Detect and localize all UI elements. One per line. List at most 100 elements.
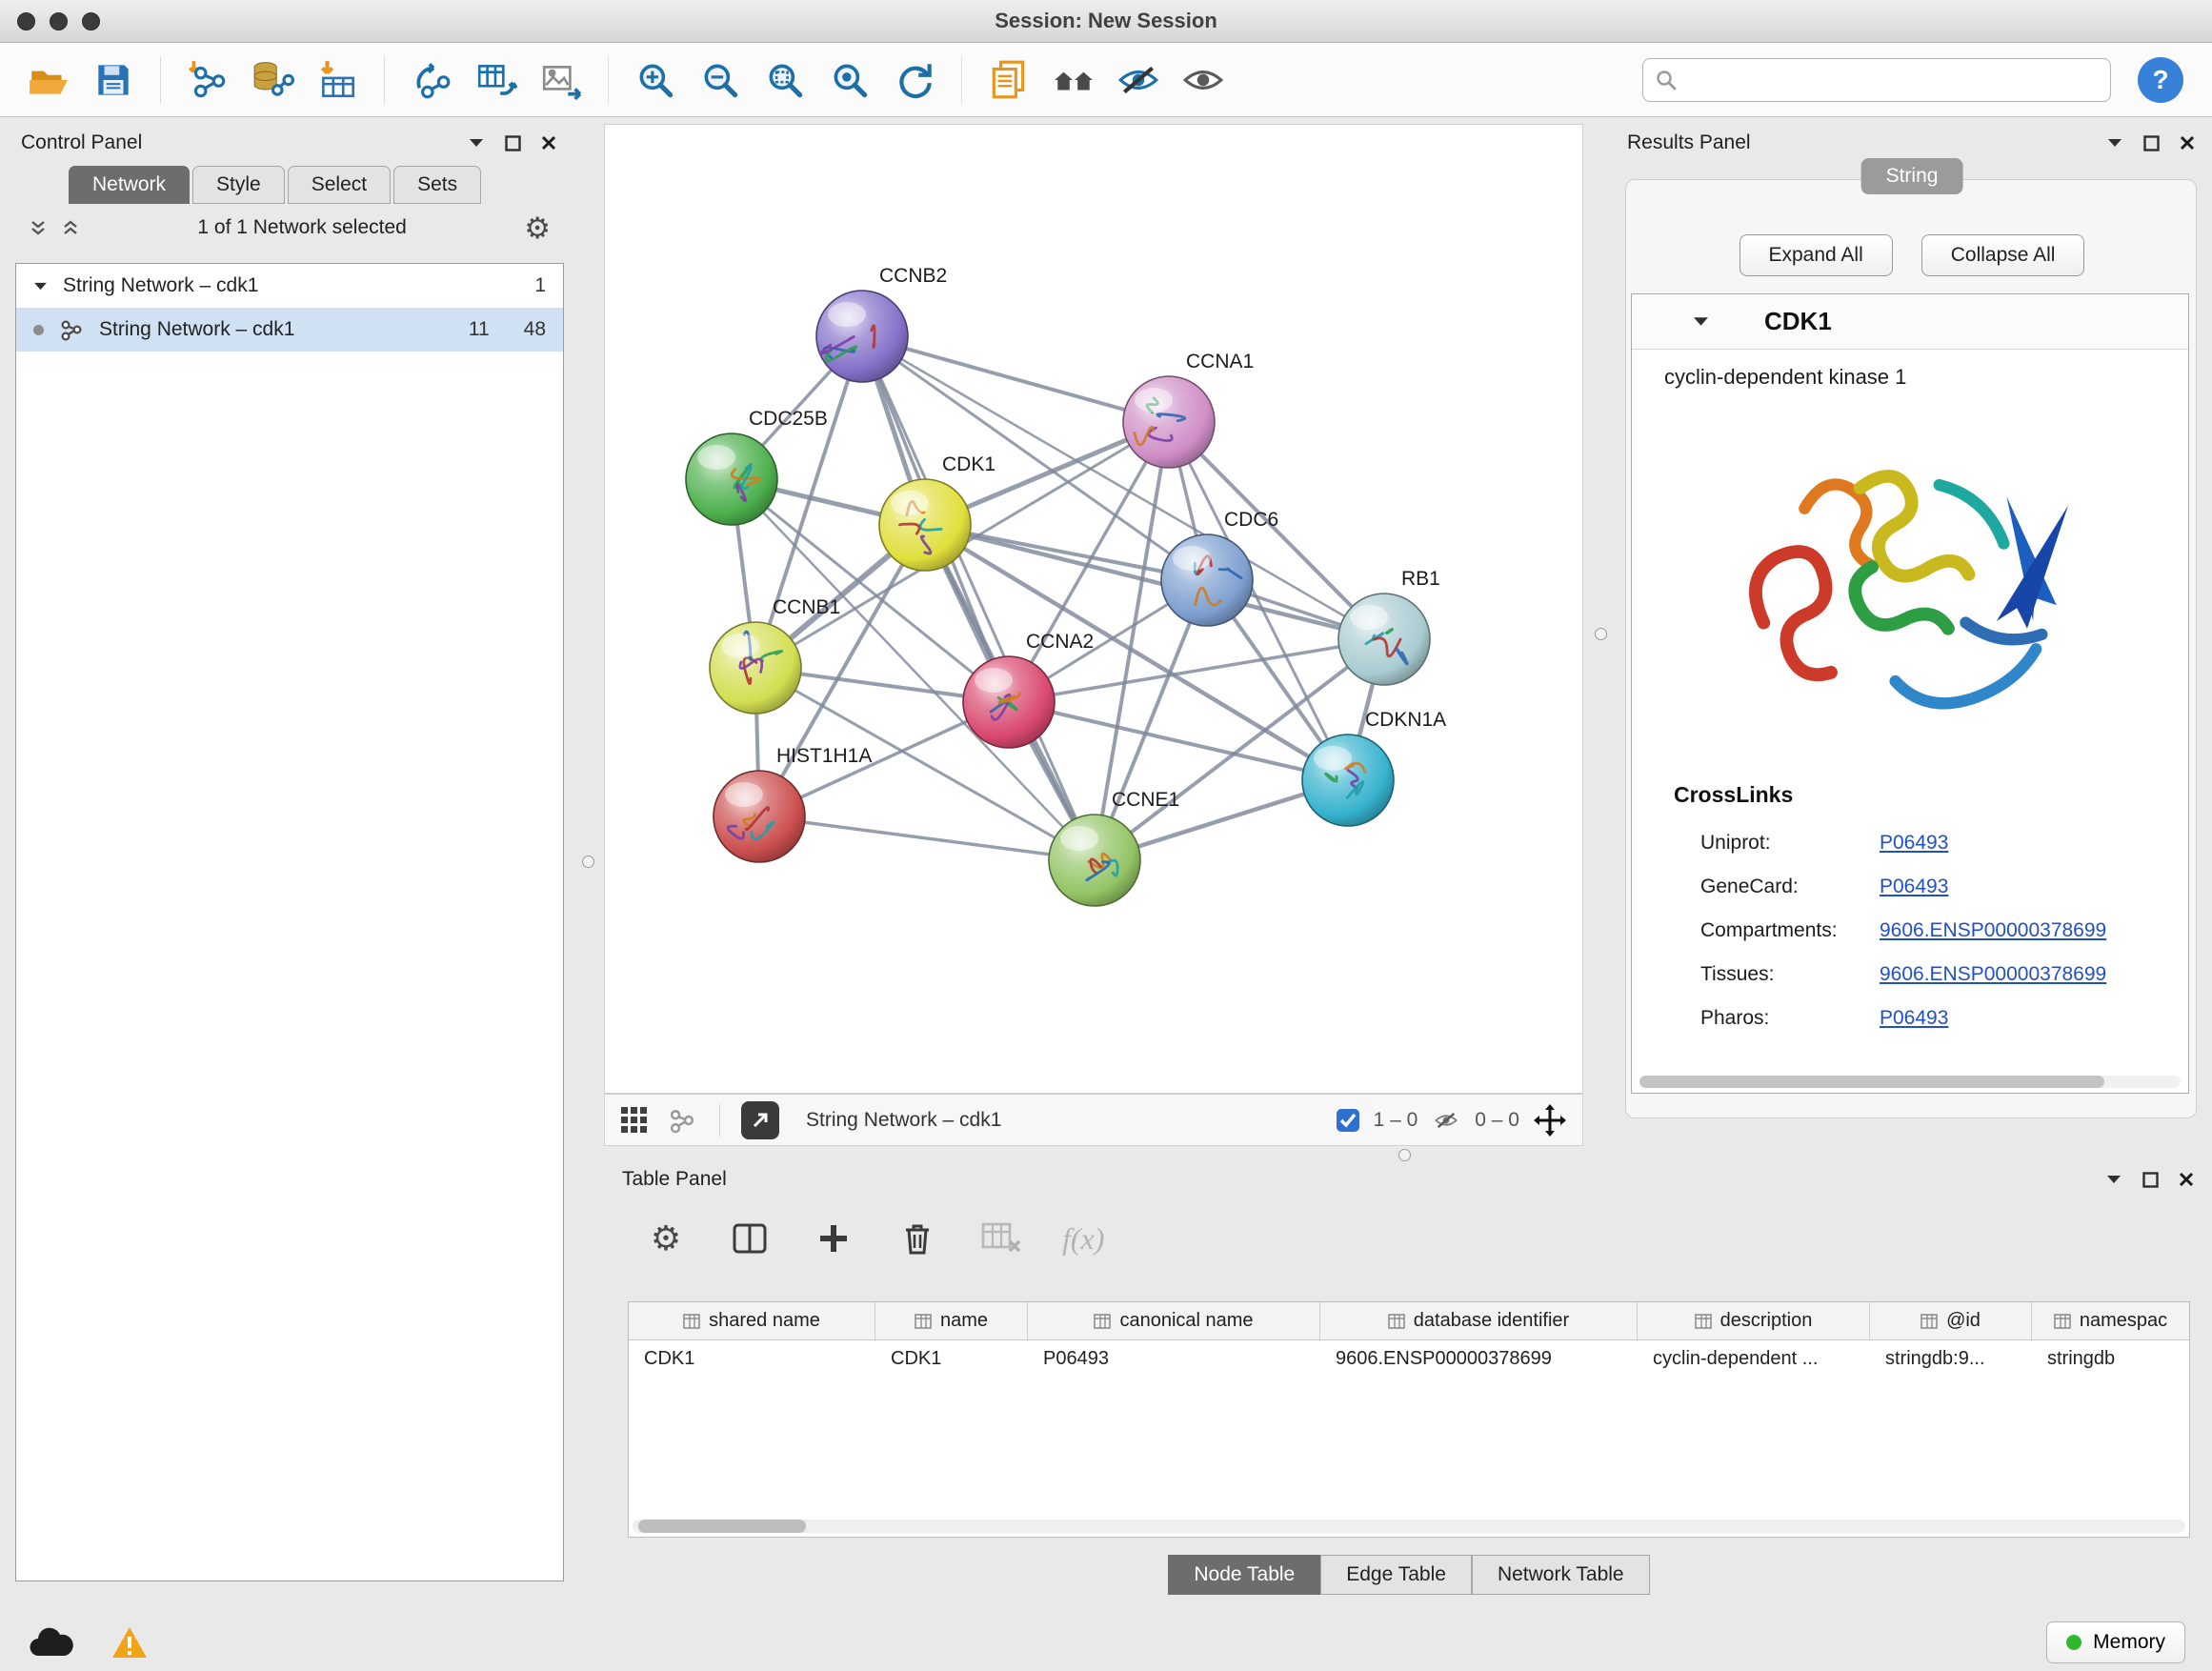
column-header-namespace[interactable]: namespac xyxy=(2032,1302,2189,1339)
column-header-name[interactable]: name xyxy=(875,1302,1028,1339)
crosslink-link[interactable]: 9606.ENSP00000378699 xyxy=(1880,963,2106,986)
network-canvas[interactable]: CCNB2CCNA1CDC25BCDK1CDC6RB1CCNB1CCNA2CDK… xyxy=(604,124,1583,1094)
gene-section-header[interactable]: CDK1 xyxy=(1632,294,2188,350)
zoom-in-button[interactable] xyxy=(626,50,685,110)
panel-close-icon[interactable] xyxy=(2177,1170,2196,1189)
panel-close-icon[interactable] xyxy=(2178,133,2197,152)
open-session-button[interactable] xyxy=(19,50,78,110)
crosslink-link[interactable]: P06493 xyxy=(1880,1007,1948,1030)
show-all-button[interactable] xyxy=(1174,50,1233,110)
network-row[interactable]: String Network – cdk1 11 48 xyxy=(16,308,563,352)
panel-float-icon[interactable] xyxy=(2141,1170,2160,1189)
search-box[interactable] xyxy=(1642,58,2111,102)
table-settings-button[interactable]: ⚙ xyxy=(643,1216,689,1261)
import-network-file-button[interactable] xyxy=(178,50,237,110)
panel-float-icon[interactable] xyxy=(2142,133,2161,152)
hide-selected-button[interactable] xyxy=(1109,50,1168,110)
delete-table-button[interactable] xyxy=(978,1216,1024,1261)
delete-column-button[interactable] xyxy=(895,1216,940,1261)
column-header-shared-name[interactable]: shared name xyxy=(629,1302,875,1339)
network-options-gear-icon[interactable]: ⚙ xyxy=(524,213,551,243)
scrollbar-thumb[interactable] xyxy=(638,1520,806,1533)
tab-network[interactable]: Network xyxy=(69,166,190,204)
hidden-eye-slash-icon[interactable] xyxy=(1429,1106,1463,1135)
crosslinks-title: CrossLinks xyxy=(1674,782,2188,808)
panel-collapse-icon[interactable] xyxy=(2104,1170,2123,1189)
fx-icon: f(x) xyxy=(1062,1221,1104,1257)
close-window-button[interactable] xyxy=(17,12,35,30)
panel-close-icon[interactable] xyxy=(539,133,558,152)
create-column-button[interactable] xyxy=(811,1216,856,1261)
pan-crosshair-icon[interactable] xyxy=(1531,1101,1569,1139)
panel-float-icon[interactable] xyxy=(503,133,522,152)
right-splitter-handle[interactable] xyxy=(1595,628,1607,640)
selected-checkbox-icon[interactable] xyxy=(1334,1106,1362,1135)
expand-all-button[interactable]: Expand All xyxy=(1739,234,1893,276)
network-tree: String Network – cdk1 1 String Network –… xyxy=(15,263,564,1581)
tab-select[interactable]: Select xyxy=(288,166,391,204)
search-input[interactable] xyxy=(1687,69,2099,91)
overview-button[interactable] xyxy=(1044,50,1103,110)
column-header-id[interactable]: @id xyxy=(1870,1302,2032,1339)
crosslink-link[interactable]: P06493 xyxy=(1880,832,1948,855)
warning-icon[interactable] xyxy=(109,1623,151,1661)
show-columns-button[interactable] xyxy=(727,1216,773,1261)
new-network-button[interactable] xyxy=(402,50,461,110)
traffic-lights xyxy=(17,12,100,30)
bottom-splitter-handle[interactable] xyxy=(1398,1149,1411,1161)
svg-text:CCNB2: CCNB2 xyxy=(879,265,947,287)
panel-collapse-icon[interactable] xyxy=(467,133,486,152)
section-collapse-icon xyxy=(1693,315,1709,328)
crosslink-label: Compartments: xyxy=(1700,919,1880,942)
function-builder-button[interactable]: f(x) xyxy=(1062,1216,1104,1261)
string-results-tab[interactable]: String xyxy=(1861,158,1963,194)
collapse-all-networks-icon[interactable] xyxy=(61,218,80,237)
zoom-fit-button[interactable] xyxy=(755,50,814,110)
help-button[interactable]: ? xyxy=(2138,57,2183,103)
table-row[interactable]: CDK1 CDK1 P06493 9606.ENSP00000378699 cy… xyxy=(629,1340,2189,1380)
table-horizontal-scrollbar[interactable] xyxy=(633,1520,2185,1533)
save-session-button[interactable] xyxy=(84,50,143,110)
table-tabs: Node Table Edge Table Network Table xyxy=(614,1555,2203,1595)
collapse-all-button[interactable]: Collapse All xyxy=(1921,234,2085,276)
tab-network-table[interactable]: Network Table xyxy=(1472,1555,1650,1595)
memory-button[interactable]: Memory xyxy=(2046,1621,2185,1663)
network-statusbar: String Network – cdk1 1 – 0 0 – 0 xyxy=(604,1094,1583,1146)
expand-all-networks-icon[interactable] xyxy=(29,218,48,237)
crosslink-link[interactable]: P06493 xyxy=(1880,876,1948,898)
network-graph[interactable]: CCNB2CCNA1CDC25BCDK1CDC6RB1CCNB1CCNA2CDK… xyxy=(605,125,1582,1093)
import-table-button[interactable] xyxy=(308,50,367,110)
open-in-browser-button[interactable] xyxy=(741,1101,779,1139)
crosslinks-section: CrossLinks Uniprot: P06493 GeneCard: P06… xyxy=(1632,757,2188,1040)
tab-node-table[interactable]: Node Table xyxy=(1168,1555,1320,1595)
crosslink-row: Compartments: 9606.ENSP00000378699 xyxy=(1674,909,2188,953)
cloud-status-icon[interactable] xyxy=(27,1623,76,1661)
zoom-selected-button[interactable] xyxy=(820,50,879,110)
maximize-window-button[interactable] xyxy=(82,12,100,30)
birdseye-share-icon[interactable] xyxy=(666,1104,698,1137)
zoom-out-button[interactable] xyxy=(691,50,750,110)
crosslink-link[interactable]: 9606.ENSP00000378699 xyxy=(1880,919,2106,942)
network-from-table-button[interactable] xyxy=(467,50,526,110)
external-link-icon xyxy=(750,1110,771,1131)
tab-sets[interactable]: Sets xyxy=(393,166,481,204)
network-collection-row[interactable]: String Network – cdk1 1 xyxy=(16,264,563,308)
column-header-database-identifier[interactable]: database identifier xyxy=(1320,1302,1638,1339)
gene-symbol: CDK1 xyxy=(1764,307,1832,336)
panel-collapse-icon[interactable] xyxy=(2105,133,2124,152)
column-header-canonical-name[interactable]: canonical name xyxy=(1028,1302,1320,1339)
export-image-button[interactable] xyxy=(532,50,591,110)
apply-layout-button[interactable] xyxy=(885,50,944,110)
svg-text:CCNA2: CCNA2 xyxy=(1026,631,1094,653)
column-header-description[interactable]: description xyxy=(1638,1302,1870,1339)
results-horizontal-scrollbar[interactable] xyxy=(1639,1076,2181,1088)
tab-edge-table[interactable]: Edge Table xyxy=(1320,1555,1472,1595)
scrollbar-thumb[interactable] xyxy=(1639,1076,2104,1088)
crosslink-row: GeneCard: P06493 xyxy=(1674,865,2188,909)
grid-view-icon[interactable] xyxy=(618,1104,651,1137)
import-network-database-button[interactable] xyxy=(243,50,302,110)
annotation-button[interactable] xyxy=(979,50,1038,110)
minimize-window-button[interactable] xyxy=(50,12,68,30)
tab-style[interactable]: Style xyxy=(192,166,285,204)
left-splitter-handle[interactable] xyxy=(582,856,594,868)
